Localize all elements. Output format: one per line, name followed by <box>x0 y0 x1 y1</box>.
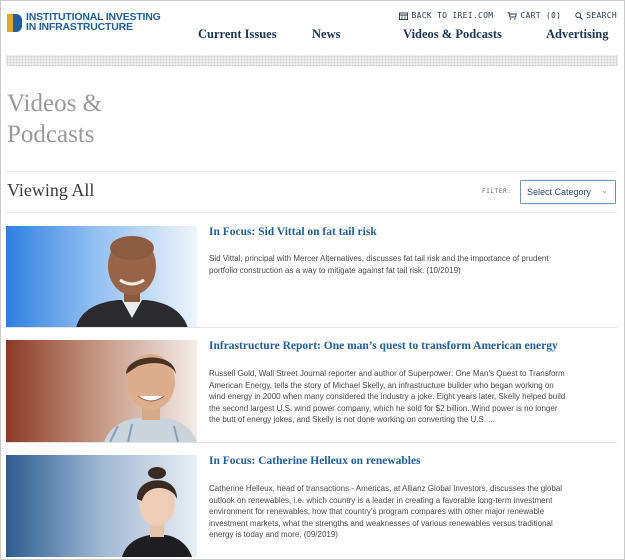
item-title-link[interactable]: In Focus: Catherine Helleux on renewable… <box>209 455 421 467</box>
item-title-link[interactable]: In Focus: Sid Vittal on fat tail risk <box>209 226 377 238</box>
nav-current-issues[interactable]: Current Issues <box>198 27 277 42</box>
nav-news[interactable]: News <box>312 27 340 42</box>
item-description: Sid Vittal, principal with Mercer Altern… <box>209 254 549 275</box>
thumbnail-image <box>6 455 197 557</box>
filter-label: FILTER: <box>482 188 512 195</box>
item-description: Catherine Helleux, head of transactions … <box>209 484 563 540</box>
cart-link[interactable]: CART (0) <box>507 11 561 20</box>
back-to-irei-label: BACK TO IREI.COM <box>411 11 494 20</box>
category-select[interactable]: Select Category ⌄ <box>520 180 616 204</box>
header-dot-pattern <box>6 55 618 66</box>
main-nav: Current Issues News Videos & Podcasts Ad… <box>0 27 625 45</box>
page-title: Videos & Podcasts <box>7 90 103 148</box>
viewing-heading: Viewing All <box>7 180 95 200</box>
search-icon <box>575 11 584 20</box>
nav-videos-podcasts[interactable]: Videos & Podcasts <box>403 27 502 42</box>
item-title-link[interactable]: Infrastructure Report: One man’s quest t… <box>209 340 558 352</box>
video-thumbnail[interactable] <box>6 340 197 442</box>
divider <box>6 171 617 172</box>
nav-advertising[interactable]: Advertising <box>546 27 609 42</box>
video-thumbnail[interactable] <box>6 226 197 328</box>
item-description: Russell Gold, Wall Street Journal report… <box>209 369 566 425</box>
building-icon <box>399 12 409 20</box>
divider <box>6 442 617 443</box>
back-to-irei-link[interactable]: BACK TO IREI.COM <box>399 11 493 20</box>
cart-label: CART (0) <box>520 11 562 20</box>
search-label: SEARCH <box>586 11 617 20</box>
cart-icon <box>507 11 518 20</box>
thumbnail-image <box>6 226 197 328</box>
utility-links: BACK TO IREI.COM CART (0) SEARCH <box>399 11 617 20</box>
divider <box>6 327 617 328</box>
category-select-value: Select Category <box>527 187 592 197</box>
thumbnail-image <box>6 340 197 442</box>
search-link[interactable]: SEARCH <box>575 11 617 20</box>
chevron-down-icon: ⌄ <box>601 186 608 195</box>
divider <box>6 212 617 213</box>
video-thumbnail[interactable] <box>6 455 197 557</box>
